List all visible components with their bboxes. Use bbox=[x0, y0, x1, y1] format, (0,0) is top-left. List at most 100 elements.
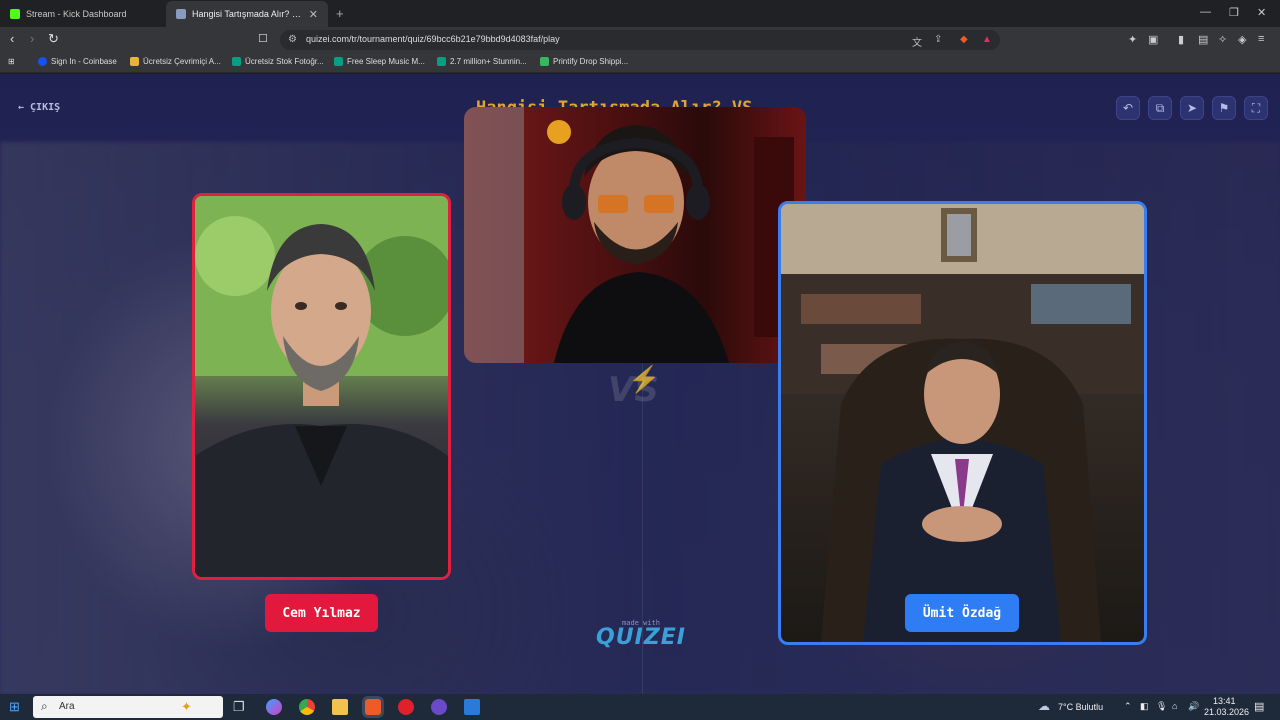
made-with-quizei[interactable]: made with QUIZEI bbox=[596, 619, 686, 650]
flag-icon: ⚑ bbox=[1218, 101, 1230, 115]
new-tab-icon[interactable]: + bbox=[336, 6, 344, 21]
tray-chevron-icon[interactable]: ⌃ bbox=[1124, 701, 1132, 712]
left-candidate-photo bbox=[195, 196, 448, 577]
file-explorer-icon[interactable] bbox=[332, 699, 348, 715]
report-button[interactable]: ⚑ bbox=[1212, 96, 1236, 120]
notifications-icon[interactable]: ▤ bbox=[1254, 700, 1264, 713]
address-bar[interactable]: ⚙ quizei.com/tr/tournament/quiz/69bcc6b2… bbox=[280, 30, 1000, 50]
search-highlight-icon: ✦ bbox=[181, 699, 192, 714]
tab-quizei[interactable]: Hangisi Tartışmada Alır? VS - Tie... ✕ bbox=[166, 1, 328, 27]
undo-button[interactable]: ↶ bbox=[1116, 96, 1140, 120]
pexels-icon bbox=[334, 57, 343, 66]
quiz-page: ← ÇIKIŞ Hangisi Tartışmada Alır? VS ↶ ⧉ … bbox=[0, 74, 1280, 694]
quizei-favicon-icon bbox=[176, 9, 186, 19]
search-placeholder: Ara bbox=[59, 701, 75, 712]
site-info-icon[interactable]: ⚙ bbox=[288, 34, 297, 45]
bookmark-label: Free Sleep Music M... bbox=[347, 57, 425, 66]
left-candidate-card[interactable] bbox=[192, 193, 451, 580]
printify-icon bbox=[540, 57, 549, 66]
tray-app-icon[interactable]: ◧ bbox=[1140, 701, 1149, 712]
streamer-webcam-image bbox=[464, 107, 794, 363]
menu-icon[interactable]: ≡ bbox=[1258, 33, 1264, 45]
copilot-icon[interactable] bbox=[266, 699, 282, 715]
brave-icon[interactable] bbox=[365, 699, 381, 715]
bookmark-site-icon bbox=[130, 57, 139, 66]
clock-date[interactable]: 21.03.2026 bbox=[1204, 707, 1249, 717]
pexels-icon bbox=[437, 57, 446, 66]
restore-icon[interactable]: ❐ bbox=[1229, 6, 1239, 19]
vpn-icon[interactable]: ◈ bbox=[1238, 33, 1246, 46]
bookmark-label: Ücretsiz Stok Fotoğr... bbox=[245, 57, 324, 66]
screenshot-icon[interactable]: ▣ bbox=[1148, 33, 1158, 46]
send-icon: ➤ bbox=[1186, 101, 1198, 115]
sidebar-icon[interactable]: ▮ bbox=[1178, 33, 1184, 46]
bookmark-stunning[interactable]: 2.7 million+ Stunnin... bbox=[437, 57, 527, 66]
fullscreen-button[interactable]: ⛶ bbox=[1244, 96, 1268, 120]
store-icon[interactable] bbox=[464, 699, 480, 715]
taskbar-search[interactable]: ⌕ Ara ✦ bbox=[33, 696, 223, 718]
obs-icon[interactable] bbox=[431, 699, 447, 715]
wallet-icon[interactable]: ▤ bbox=[1198, 33, 1208, 46]
exit-button[interactable]: ← ÇIKIŞ bbox=[18, 102, 60, 113]
arrow-left-icon: ← bbox=[18, 102, 25, 113]
share-button[interactable]: ⧉ bbox=[1148, 96, 1172, 120]
media-player-icon[interactable] bbox=[398, 699, 414, 715]
bookmark-label: Sign In - Coinbase bbox=[51, 57, 117, 66]
weather-text[interactable]: 7°C Bulutlu bbox=[1058, 702, 1103, 712]
vote-left-button[interactable]: Cem Yılmaz bbox=[265, 594, 378, 632]
share-icon[interactable]: ⇪ bbox=[934, 34, 942, 45]
chrome-icon[interactable] bbox=[299, 699, 315, 715]
bookmark-printify[interactable]: Printify Drop Shippi... bbox=[540, 57, 628, 66]
windows-taskbar: ⊞ ⌕ Ara ✦ ❐ ☁ 7°C Bulutlu ⌃ ◧ 🎙 ⌂ 🔊 13:4… bbox=[0, 694, 1280, 720]
clock-time[interactable]: 13:41 bbox=[1213, 696, 1236, 706]
mic-icon[interactable]: 🎙 bbox=[1156, 701, 1167, 712]
url-text: quizei.com/tr/tournament/quiz/69bcc6b21e… bbox=[306, 34, 560, 44]
browser-tab-bar: Stream - Kick Dashboard Hangisi Tartışma… bbox=[0, 0, 1280, 27]
exit-label: ÇIKIŞ bbox=[30, 102, 61, 113]
apps-icon[interactable]: ⊞ bbox=[8, 57, 15, 66]
bookmark-coinbase[interactable]: Sign In - Coinbase bbox=[38, 57, 117, 66]
bookmark-label: Ücretsiz Çevrimiçi A... bbox=[143, 57, 221, 66]
vote-right-button[interactable]: Ümit Özdağ bbox=[905, 594, 1019, 632]
coinbase-icon bbox=[38, 57, 47, 66]
reload-icon[interactable]: ↻ bbox=[48, 32, 59, 46]
weather-icon: ☁ bbox=[1038, 699, 1050, 713]
tab-title: Hangisi Tartışmada Alır? VS - Tie... bbox=[192, 9, 303, 19]
forward-icon[interactable]: › bbox=[30, 32, 34, 46]
bookmark-stock-photo[interactable]: Ücretsiz Stok Fotoğr... bbox=[232, 57, 324, 66]
send-button[interactable]: ➤ bbox=[1180, 96, 1204, 120]
share-icon: ⧉ bbox=[1155, 100, 1165, 115]
task-view-icon[interactable]: ❐ bbox=[233, 699, 245, 715]
extensions-icon[interactable]: ✦ bbox=[1128, 33, 1137, 46]
search-icon: ⌕ bbox=[41, 699, 48, 713]
tab-title: Stream - Kick Dashboard bbox=[26, 9, 127, 19]
volume-icon[interactable]: 🔊 bbox=[1188, 701, 1199, 712]
close-tab-icon[interactable]: ✕ bbox=[309, 8, 318, 21]
undo-icon: ↶ bbox=[1122, 101, 1134, 115]
tab-kick-dashboard[interactable]: Stream - Kick Dashboard bbox=[0, 1, 166, 27]
right-candidate-card[interactable] bbox=[778, 201, 1147, 645]
bookmark-ai[interactable]: Ücretsiz Çevrimiçi A... bbox=[130, 57, 221, 66]
windows-start-icon[interactable]: ⊞ bbox=[9, 699, 20, 715]
lightning-icon: ⚡ bbox=[628, 364, 661, 394]
minimize-icon[interactable]: — bbox=[1200, 6, 1211, 18]
bookmark-sleep-music[interactable]: Free Sleep Music M... bbox=[334, 57, 425, 66]
kick-favicon-icon bbox=[10, 9, 20, 19]
fullscreen-icon: ⛶ bbox=[1251, 100, 1261, 115]
quizei-logo: QUIZEI bbox=[596, 625, 686, 650]
browser-toolbar: ‹ › ↻ ☐ ⚙ quizei.com/tr/tournament/quiz/… bbox=[0, 27, 1280, 53]
close-window-icon[interactable]: ✕ bbox=[1257, 6, 1266, 19]
bookmarks-bar: ⊞ Sign In - Coinbase Ücretsiz Çevrimiçi … bbox=[0, 53, 1280, 73]
back-icon[interactable]: ‹ bbox=[10, 32, 14, 46]
streamer-webcam bbox=[464, 107, 806, 363]
bookmark-label: Printify Drop Shippi... bbox=[553, 57, 629, 66]
bookmark-label: 2.7 million+ Stunnin... bbox=[450, 57, 527, 66]
rewards-icon[interactable]: ▲ bbox=[982, 34, 992, 45]
brave-shield-icon[interactable]: ◆ bbox=[960, 34, 968, 45]
leo-ai-icon[interactable]: ✧ bbox=[1218, 33, 1227, 46]
right-candidate-photo bbox=[781, 204, 1144, 642]
pexels-icon bbox=[232, 57, 241, 66]
bookmark-icon[interactable]: ☐ bbox=[258, 32, 268, 46]
translate-icon[interactable]: 文 bbox=[912, 34, 922, 49]
network-icon[interactable]: ⌂ bbox=[1172, 701, 1177, 711]
